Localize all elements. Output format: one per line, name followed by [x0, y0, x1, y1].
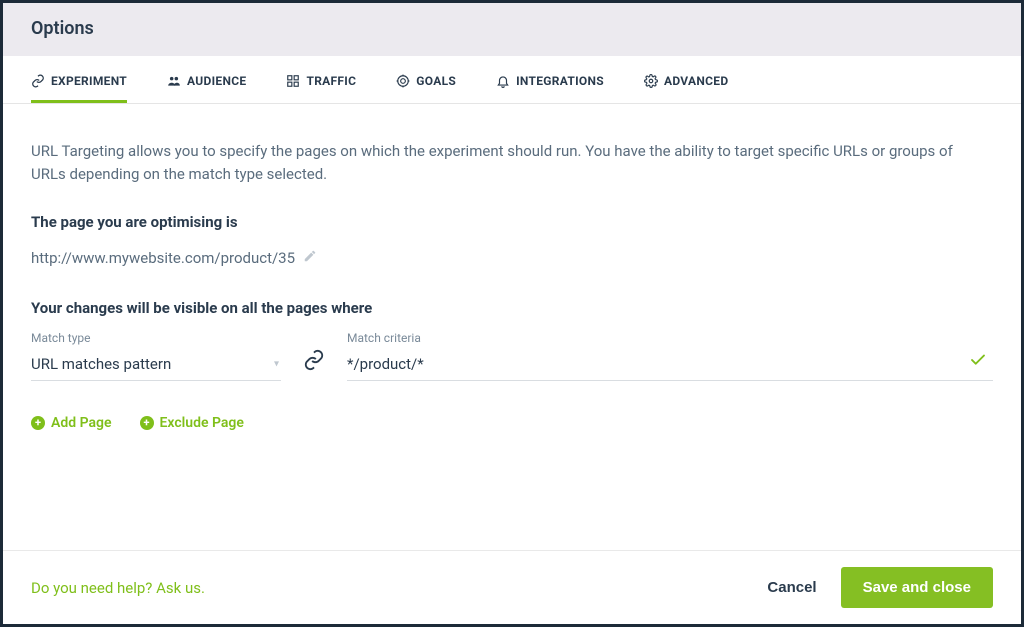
plus-icon: +: [31, 416, 45, 430]
tab-label: ADVANCED: [664, 74, 728, 88]
tab-label: INTEGRATIONS: [516, 74, 604, 88]
cancel-button[interactable]: Cancel: [767, 579, 816, 596]
match-criteria-label: Match criteria: [347, 331, 993, 345]
add-page-label: Add Page: [51, 415, 112, 431]
optimising-label: The page you are optimising is: [31, 213, 993, 231]
plus-icon: +: [140, 416, 154, 430]
dialog-header: Options: [3, 3, 1021, 56]
tab-label: AUDIENCE: [187, 74, 246, 88]
goals-icon: [396, 74, 410, 88]
tab-label: GOALS: [416, 74, 456, 88]
edit-url-icon[interactable]: [303, 249, 317, 267]
match-type-value: URL matches pattern: [31, 355, 171, 373]
match-type-select[interactable]: URL matches pattern ▾: [31, 349, 281, 381]
tab-label: EXPERIMENT: [51, 74, 127, 88]
tab-advanced[interactable]: ADVANCED: [644, 60, 728, 103]
link-icon: [31, 74, 45, 88]
match-criteria-input[interactable]: [347, 349, 993, 381]
help-link[interactable]: Do you need help? Ask us.: [31, 579, 205, 597]
bell-icon: [496, 74, 510, 88]
dialog-footer: Do you need help? Ask us. Cancel Save an…: [3, 550, 1021, 624]
chevron-down-icon: ▾: [274, 359, 279, 370]
exclude-page-button[interactable]: + Exclude Page: [140, 415, 244, 431]
optimising-url-row: http://www.mywebsite.com/product/35: [31, 249, 993, 267]
save-and-close-button[interactable]: Save and close: [841, 567, 993, 608]
intro-text: URL Targeting allows you to specify the …: [31, 140, 991, 187]
tab-experiment[interactable]: EXPERIMENT: [31, 60, 127, 103]
tab-integrations[interactable]: INTEGRATIONS: [496, 60, 604, 103]
tab-label: TRAFFIC: [306, 74, 356, 88]
match-type-field: Match type URL matches pattern ▾: [31, 331, 281, 381]
add-page-button[interactable]: + Add Page: [31, 415, 112, 431]
tab-traffic[interactable]: TRAFFIC: [286, 60, 356, 103]
dialog-title: Options: [31, 18, 993, 39]
check-icon: [969, 351, 987, 373]
exclude-page-label: Exclude Page: [160, 415, 244, 431]
optimising-url: http://www.mywebsite.com/product/35: [31, 249, 295, 267]
traffic-icon: [286, 74, 300, 88]
tab-content: URL Targeting allows you to specify the …: [3, 104, 1021, 550]
tab-goals[interactable]: GOALS: [396, 60, 456, 103]
match-criteria-field: Match criteria: [347, 331, 993, 381]
gear-icon: [644, 74, 658, 88]
match-type-label: Match type: [31, 331, 281, 345]
tab-audience[interactable]: AUDIENCE: [167, 60, 246, 103]
visibility-label: Your changes will be visible on all the …: [31, 299, 993, 317]
tab-bar: EXPERIMENT AUDIENCE TRAFFIC GOALS INTEGR…: [3, 60, 1021, 104]
chain-link-icon: [303, 349, 325, 381]
audience-icon: [167, 74, 181, 88]
